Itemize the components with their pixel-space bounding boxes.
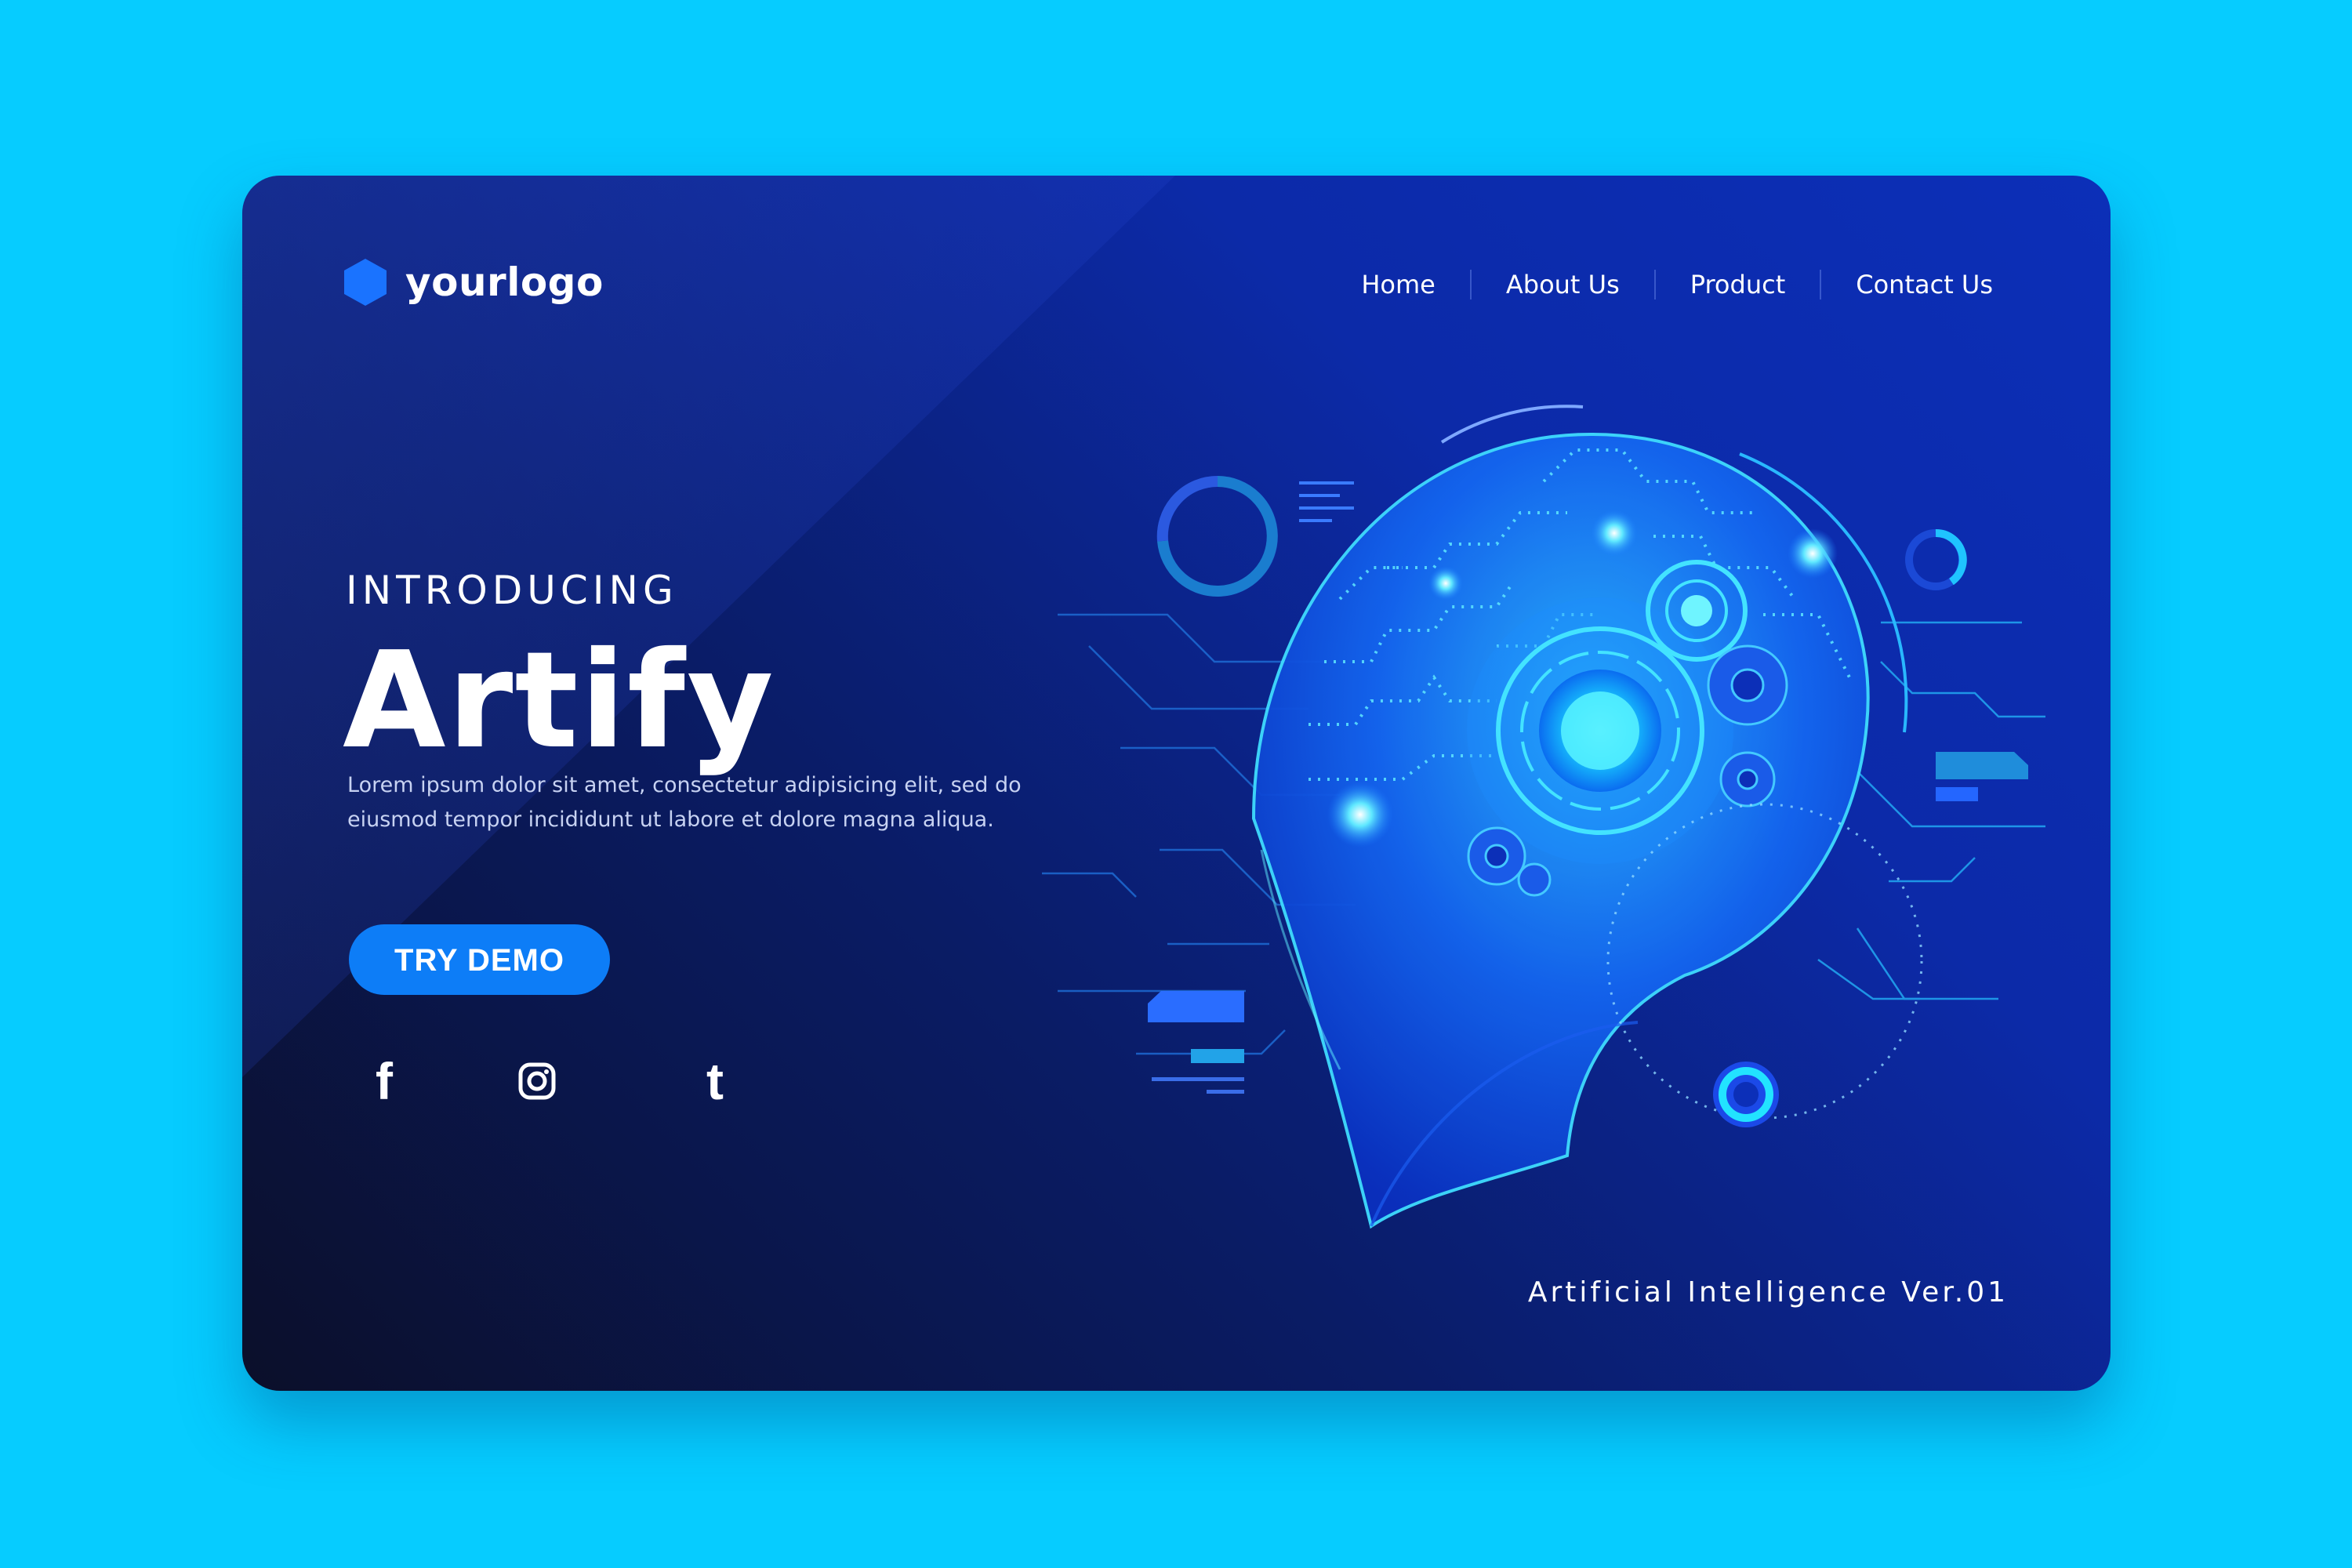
circuit-lines-right <box>1817 621 2045 1000</box>
bars-lower-left <box>1148 991 1244 1094</box>
instagram-icon[interactable] <box>510 1054 564 1109</box>
landing-card: yourlogo Home About Us Product Contact U… <box>242 176 2111 1391</box>
head-shape <box>1251 432 1870 1229</box>
dotted-orbit <box>1606 803 1923 1120</box>
logo[interactable]: yourlogo <box>343 257 604 307</box>
try-demo-button[interactable]: TRY DEMO <box>349 924 610 995</box>
donut-chart-right <box>1905 528 1967 590</box>
logo-text: yourlogo <box>405 260 604 305</box>
orbit-node <box>1713 1062 1779 1127</box>
hero-eyebrow: INTRODUCING <box>346 568 678 613</box>
nav-home[interactable]: Home <box>1344 270 1453 299</box>
nav-divider <box>1653 270 1656 299</box>
circuit-lines-left <box>1042 613 1356 1055</box>
nav-divider <box>1820 270 1822 299</box>
facebook-icon[interactable]: f <box>357 1052 412 1110</box>
nav-divider <box>1469 270 1472 299</box>
donut-chart-left <box>1156 475 1278 597</box>
main-nav: Home About Us Product Contact Us <box>1344 270 2010 299</box>
core-rings <box>1467 560 1748 864</box>
nav-about-us[interactable]: About Us <box>1489 270 1637 299</box>
tumblr-icon[interactable]: t <box>688 1052 742 1110</box>
nav-product[interactable]: Product <box>1673 270 1803 299</box>
gears <box>1467 644 1788 897</box>
glow-dots <box>1327 510 1838 848</box>
hero-description: Lorem ipsum dolor sit amet, consectetur … <box>347 773 1022 832</box>
hexagon-icon <box>344 259 387 306</box>
legend-lines-left <box>1299 481 1354 522</box>
version-label: Artificial Intelligence Ver.01 <box>1527 1276 2009 1308</box>
brain-circuit <box>1308 448 1851 781</box>
right-bars <box>1936 752 2028 801</box>
nav-contact-us[interactable]: Contact Us <box>1838 270 2010 299</box>
hero-title: Artify <box>343 623 775 779</box>
